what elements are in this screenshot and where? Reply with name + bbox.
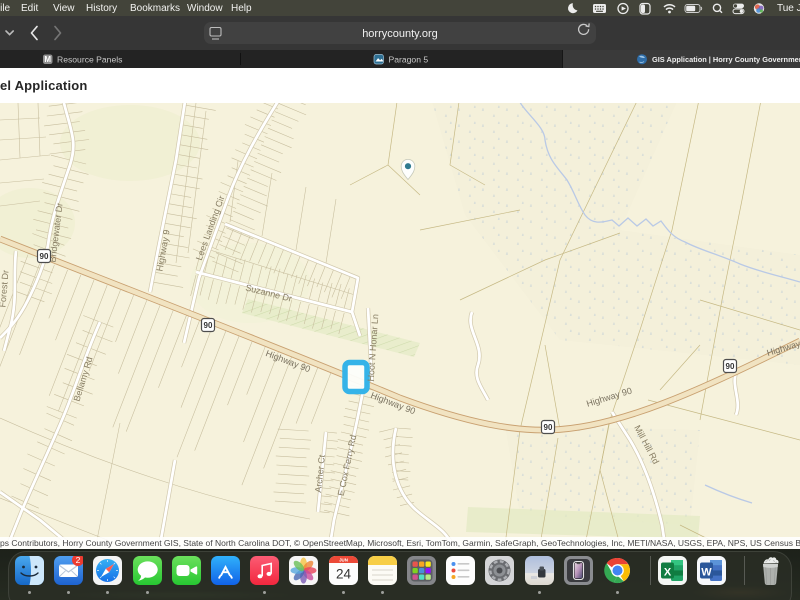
svg-text:90: 90: [40, 252, 49, 261]
svg-text:horrycounty.org: horrycounty.org: [362, 28, 438, 40]
svg-text:JUN: JUN: [339, 558, 348, 563]
svg-text:M: M: [44, 55, 51, 64]
svg-text:90: 90: [204, 321, 213, 330]
svg-text:GIS Application | Horry County: GIS Application | Horry County Governmen: [652, 55, 800, 64]
svg-text:90: 90: [726, 362, 735, 371]
svg-text:Paragon 5: Paragon 5: [389, 54, 429, 64]
svg-text:2: 2: [76, 556, 81, 565]
svg-text:W: W: [701, 567, 712, 579]
svg-text:Resource Panels: Resource Panels: [57, 54, 122, 64]
svg-text:90: 90: [544, 423, 553, 432]
svg-text:24: 24: [336, 567, 352, 582]
svg-text:X: X: [663, 567, 671, 579]
